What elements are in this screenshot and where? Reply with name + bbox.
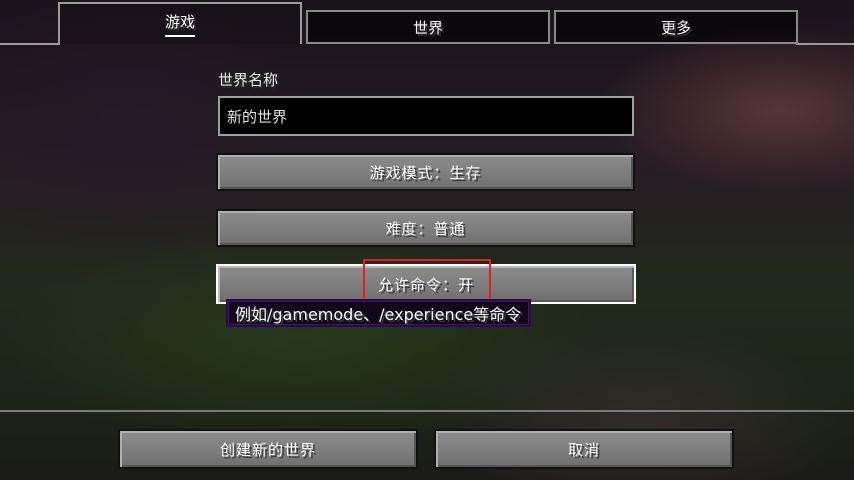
tab-bar-divider-right [796,43,854,45]
world-name-input[interactable]: 新的世界 [218,96,634,136]
allow-commands-button-label: 允许命令：开 [377,275,474,294]
difficulty-button-label: 难度：普通 [385,219,466,238]
tab-world[interactable]: 世界 [306,10,550,44]
tab-more-label: 更多 [660,18,691,37]
create-world-button-label: 创建新的世界 [219,440,316,459]
commands-tooltip-text: 例如/gamemode、/experience等命令 [235,305,522,324]
cancel-button[interactable]: 取消 [434,429,734,469]
gamemode-button[interactable]: 游戏模式：生存 [216,153,635,191]
difficulty-button[interactable]: 难度：普通 [216,209,635,247]
tab-world-label: 世界 [412,18,443,37]
tab-bar-divider-left [0,43,60,45]
tab-game-label: 游戏 [164,11,195,37]
world-name-value: 新的世界 [227,107,288,126]
commands-tooltip: 例如/gamemode、/experience等命令 [226,299,532,327]
create-world-screen: 游戏 世界 更多 世界名称 新的世界 游戏模式：生存 难度：普通 允许命令：开 … [0,0,854,480]
create-world-button[interactable]: 创建新的世界 [118,429,418,469]
gamemode-button-label: 游戏模式：生存 [369,163,482,182]
tab-game[interactable]: 游戏 [58,2,302,44]
allow-commands-button[interactable]: 允许命令：开 [216,264,636,304]
footer-divider [0,410,854,412]
world-name-label: 世界名称 [218,71,279,89]
tab-more[interactable]: 更多 [554,10,798,44]
cancel-button-label: 取消 [567,440,600,459]
